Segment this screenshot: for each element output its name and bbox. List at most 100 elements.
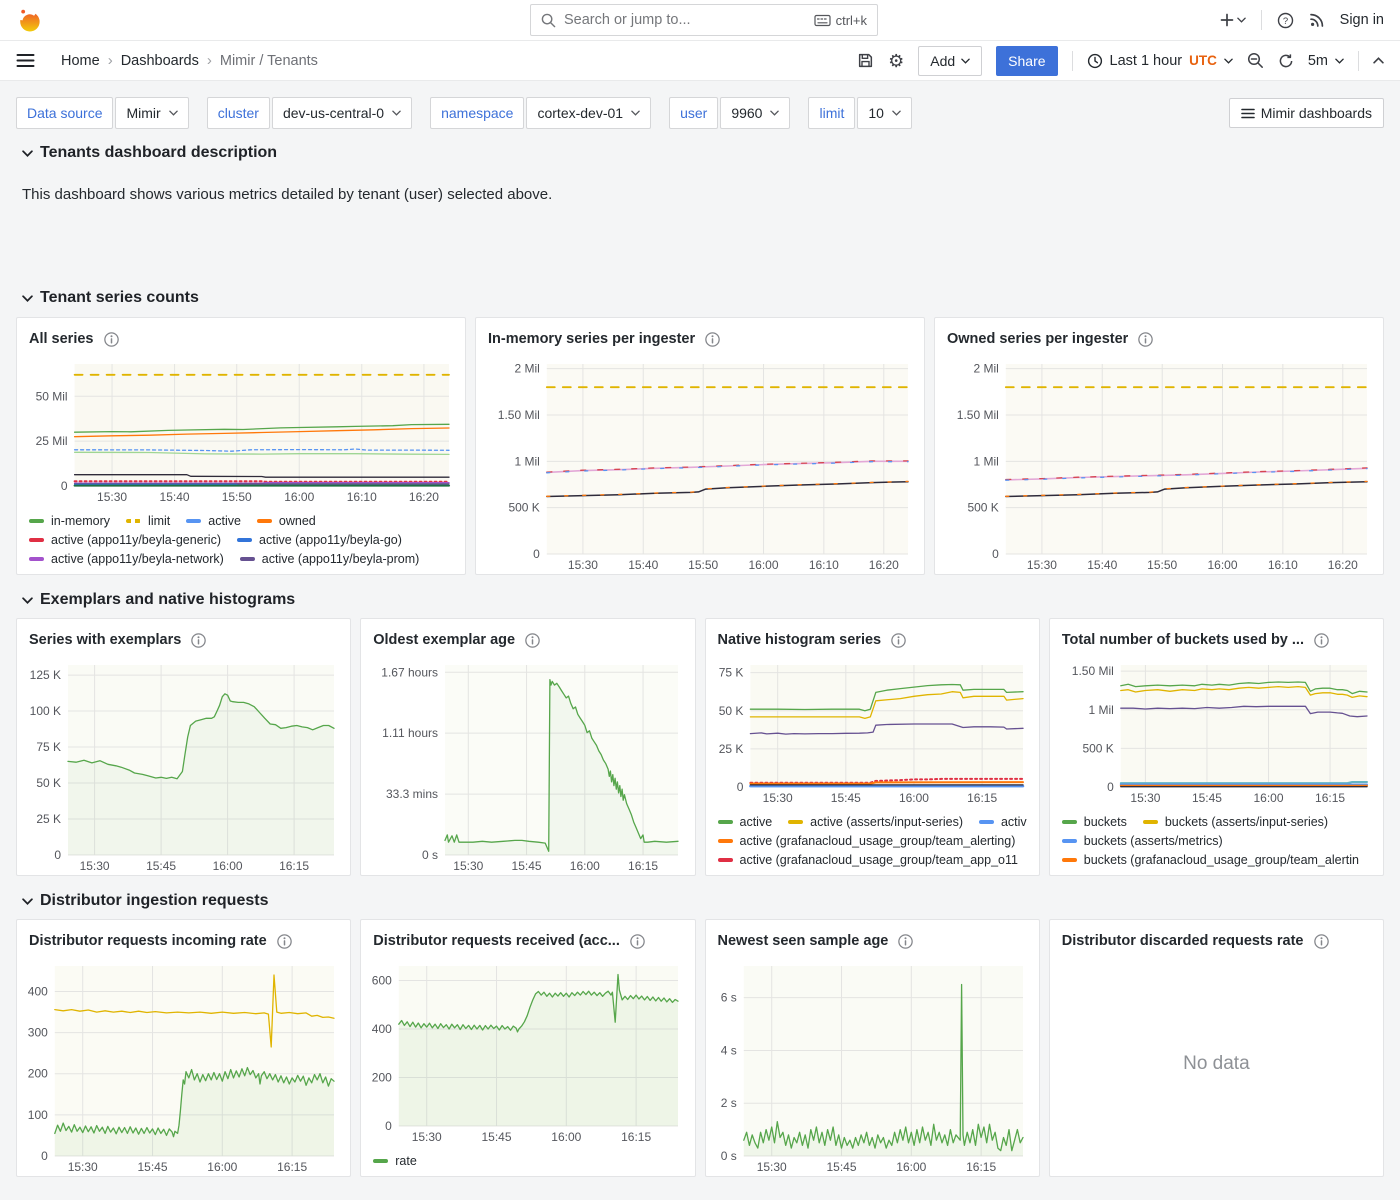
legend-label: active (appo11y/beyla-generic)	[51, 533, 221, 547]
panel-header[interactable]: Oldest exemplar age	[361, 619, 694, 651]
time-range-picker[interactable]: Last 1 hour UTC	[1087, 53, 1233, 69]
breadcrumb-dashboards[interactable]: Dashboards	[121, 53, 199, 69]
legend-item[interactable]: active (appo11y/beyla-network)	[29, 552, 224, 566]
grafana-logo[interactable]	[16, 7, 43, 34]
panel-header[interactable]: Total number of buckets used by ...	[1050, 619, 1383, 651]
svg-text:0: 0	[54, 848, 61, 862]
legend-swatch	[1062, 839, 1077, 843]
add-button[interactable]: Add	[918, 46, 982, 76]
cluster-dropdown[interactable]: dev-us-central-0	[272, 97, 412, 129]
row-header-series-counts[interactable]: Tenant series counts	[22, 289, 1384, 307]
info-icon[interactable]	[1138, 332, 1153, 347]
legend-label: limit	[148, 514, 170, 528]
panel-header[interactable]: Owned series per ingester	[935, 318, 1383, 350]
svg-text:15:45: 15:45	[830, 791, 860, 805]
info-icon[interactable]	[1314, 934, 1329, 949]
timeseries-chart[interactable]: 025 Mil50 Mil15:3015:4015:5016:0016:1016…	[21, 354, 459, 506]
svg-text:15:45: 15:45	[512, 859, 542, 873]
legend-item[interactable]: active (asserts/input-series)	[788, 815, 963, 829]
zoom-out-button[interactable]	[1247, 52, 1264, 69]
limit-dropdown[interactable]: 10	[857, 97, 912, 129]
refresh-button[interactable]	[1278, 53, 1294, 69]
legend-item[interactable]: active	[718, 815, 773, 829]
share-button[interactable]: Share	[996, 46, 1057, 76]
legend-item[interactable]: in-memory	[29, 514, 110, 528]
timeseries-chart[interactable]: 0500 K1 Mil1.50 Mil2 Mil15:3015:4015:501…	[480, 354, 918, 574]
info-icon[interactable]	[891, 633, 906, 648]
svg-text:600: 600	[372, 974, 392, 988]
info-icon[interactable]	[630, 934, 645, 949]
timeseries-chart[interactable]: 010020030040015:3015:4516:0016:15	[21, 956, 344, 1176]
info-icon[interactable]	[277, 934, 292, 949]
panel-header[interactable]: Distributor discarded requests rate	[1050, 920, 1383, 952]
timeseries-chart[interactable]: 025 K50 K75 K100 K125 K15:3015:4516:0016…	[21, 655, 344, 875]
save-icon	[857, 52, 874, 69]
panel-header[interactable]: Distributor requests incoming rate	[17, 920, 350, 952]
timeseries-chart[interactable]: 0 s33.3 mins1.11 hours1.67 hours15:3015:…	[365, 655, 688, 875]
panel-header[interactable]: All series	[17, 318, 465, 350]
legend-item[interactable]: buckets (asserts/metrics)	[1062, 834, 1223, 848]
row-header-exemplars[interactable]: Exemplars and native histograms	[22, 591, 1384, 609]
timeseries-chart[interactable]: 020040060015:3015:4516:0016:15	[365, 956, 688, 1146]
news-button[interactable]	[1309, 12, 1325, 28]
svg-text:0 s: 0 s	[720, 1149, 736, 1163]
variables-row: Data source Mimir cluster dev-us-central…	[16, 97, 1384, 129]
legend-item[interactable]: active (appo11y/beyla-prom)	[240, 552, 419, 566]
timeseries-chart[interactable]: 0500 K1 Mil1.50 Mil15:3015:4516:0016:15	[1054, 655, 1377, 807]
panel-header[interactable]: Newest seen sample age	[706, 920, 1039, 952]
refresh-interval-dropdown[interactable]: 5m	[1308, 53, 1344, 69]
sign-in-link[interactable]: Sign in	[1340, 12, 1384, 28]
svg-text:15:30: 15:30	[68, 1160, 98, 1174]
svg-text:16:00: 16:00	[570, 859, 600, 873]
new-menu-button[interactable]	[1220, 13, 1246, 27]
panel-total-buckets: Total number of buckets used by ... 0500…	[1049, 618, 1384, 876]
info-icon[interactable]	[705, 332, 720, 347]
legend-item[interactable]: active (appo11y/beyla-generic)	[29, 533, 221, 547]
svg-text:1.50 Mil: 1.50 Mil	[957, 408, 999, 422]
datasource-dropdown[interactable]: Mimir	[115, 97, 188, 129]
legend-item[interactable]: buckets (grafanacloud_usage_group/team_a…	[1062, 853, 1359, 867]
panel-header[interactable]: Distributor requests received (acc...	[361, 920, 694, 952]
legend-swatch	[979, 820, 994, 824]
info-icon[interactable]	[1314, 633, 1329, 648]
svg-text:0: 0	[533, 547, 540, 561]
info-icon[interactable]	[898, 934, 913, 949]
legend-item[interactable]: rate	[373, 1154, 417, 1168]
namespace-dropdown[interactable]: cortex-dev-01	[526, 97, 651, 129]
timeseries-chart[interactable]: 0500 K1 Mil1.50 Mil2 Mil15:3015:4015:501…	[939, 354, 1377, 574]
search-input[interactable]: Search or jump to... ctrl+k	[530, 4, 878, 36]
svg-text:15:50: 15:50	[1147, 558, 1177, 572]
svg-text:6 s: 6 s	[720, 991, 736, 1005]
row-header-distributor[interactable]: Distributor ingestion requests	[22, 892, 1384, 910]
collapse-toolbar-button[interactable]	[1373, 57, 1384, 64]
legend-item[interactable]: active (appo11y/beyla-go)	[237, 533, 402, 547]
legend-swatch	[237, 538, 252, 542]
settings-button[interactable]: ⚙	[888, 52, 904, 70]
row-header-description[interactable]: Tenants dashboard description	[22, 144, 1384, 162]
legend-item[interactable]: limit	[126, 514, 170, 528]
svg-text:2 s: 2 s	[720, 1096, 736, 1110]
mimir-dashboards-button[interactable]: Mimir dashboards	[1229, 98, 1384, 128]
info-icon[interactable]	[191, 633, 206, 648]
legend-item[interactable]: activ	[979, 815, 1027, 829]
svg-text:50 K: 50 K	[718, 704, 743, 718]
save-dashboard-button[interactable]	[857, 52, 874, 69]
legend-item[interactable]: active	[186, 514, 241, 528]
legend-item[interactable]: active (grafanacloud_usage_group/team_al…	[718, 834, 1016, 848]
legend-item[interactable]: owned	[257, 514, 316, 528]
timeseries-chart[interactable]: 0 s2 s4 s6 s15:3015:4516:0016:15	[710, 956, 1033, 1176]
info-icon[interactable]	[525, 633, 540, 648]
panel-header[interactable]: Series with exemplars	[17, 619, 350, 651]
breadcrumb-home[interactable]: Home	[61, 53, 100, 69]
info-icon[interactable]	[104, 332, 119, 347]
panel-header[interactable]: In-memory series per ingester	[476, 318, 924, 350]
chevron-down-icon	[22, 295, 33, 302]
timeseries-chart[interactable]: 025 K50 K75 K15:3015:4516:0016:15	[710, 655, 1033, 807]
menu-toggle-button[interactable]	[16, 53, 35, 68]
user-dropdown[interactable]: 9960	[720, 97, 790, 129]
legend-item[interactable]: buckets (asserts/input-series)	[1143, 815, 1328, 829]
help-button[interactable]: ?	[1277, 12, 1294, 29]
panel-header[interactable]: Native histogram series	[706, 619, 1039, 651]
legend-item[interactable]: active (grafanacloud_usage_group/team_ap…	[718, 853, 1018, 867]
legend-item[interactable]: buckets	[1062, 815, 1127, 829]
